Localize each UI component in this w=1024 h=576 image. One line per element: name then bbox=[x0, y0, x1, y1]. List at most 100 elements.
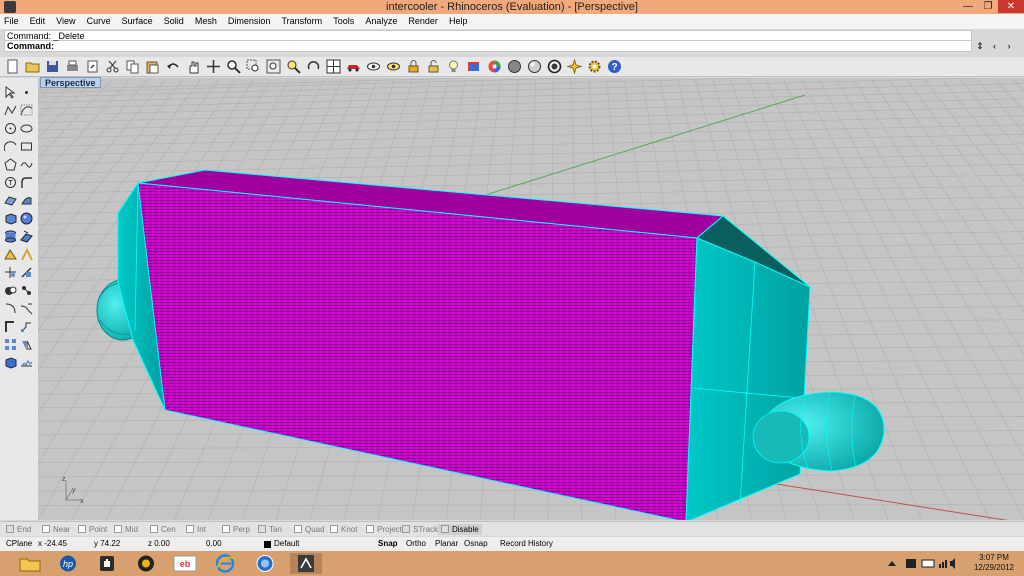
menu-edit[interactable]: Edit bbox=[26, 14, 50, 29]
taskbar-clock[interactable]: 3:07 PM 12/29/2012 bbox=[966, 553, 1022, 573]
cylinder-icon[interactable] bbox=[4, 230, 17, 243]
zoom-extents-icon[interactable] bbox=[266, 59, 281, 74]
maximize-button[interactable]: ❐ bbox=[978, 0, 998, 13]
menu-analyze[interactable]: Analyze bbox=[361, 14, 401, 29]
cut-icon[interactable] bbox=[105, 59, 120, 74]
osnap-end[interactable]: End bbox=[6, 524, 31, 535]
command-resize-button[interactable]: ⇕ bbox=[974, 40, 986, 52]
tray-battery-icon[interactable] bbox=[921, 559, 935, 568]
ortho-toggle[interactable]: Ortho bbox=[406, 537, 426, 551]
osnap-disable[interactable]: Disable bbox=[438, 524, 482, 535]
rotate-view-icon[interactable] bbox=[306, 59, 321, 74]
osnap-point-checkbox[interactable] bbox=[78, 525, 86, 533]
osnap-tan[interactable]: Tan bbox=[258, 524, 282, 535]
tray-volume-icon[interactable] bbox=[950, 558, 955, 569]
osnap-toggle[interactable]: Osnap bbox=[464, 537, 488, 551]
osnap-disable-checkbox[interactable] bbox=[441, 525, 449, 533]
rectangle-icon[interactable] bbox=[20, 140, 33, 153]
save-icon[interactable] bbox=[45, 59, 60, 74]
menu-mesh[interactable]: Mesh bbox=[191, 14, 221, 29]
menu-view[interactable]: View bbox=[52, 14, 79, 29]
sphere-tool-icon[interactable] bbox=[20, 212, 33, 225]
hp-icon[interactable]: hp bbox=[52, 553, 84, 574]
app-globe-icon[interactable] bbox=[249, 553, 281, 574]
extrude-icon[interactable] bbox=[20, 230, 33, 243]
open-icon[interactable] bbox=[25, 59, 40, 74]
paste-icon[interactable] bbox=[145, 59, 160, 74]
circle-icon[interactable] bbox=[4, 122, 17, 135]
osnap-strack-checkbox[interactable] bbox=[402, 525, 410, 533]
menu-curve[interactable]: Curve bbox=[83, 14, 115, 29]
lock-icon[interactable] bbox=[406, 59, 421, 74]
cplane-label[interactable]: CPlane bbox=[6, 537, 32, 551]
tray-chevron-icon[interactable] bbox=[888, 561, 896, 566]
menu-help[interactable]: Help bbox=[445, 14, 472, 29]
hide-icon[interactable] bbox=[366, 59, 381, 74]
ellipse-icon[interactable] bbox=[20, 122, 33, 135]
loft-icon[interactable] bbox=[20, 194, 33, 207]
layer-swatch[interactable] bbox=[264, 541, 271, 548]
file-explorer-icon[interactable] bbox=[14, 553, 46, 574]
zoom-selected-icon[interactable] bbox=[286, 59, 301, 74]
analyze-icon[interactable] bbox=[20, 356, 33, 369]
solid-tools-icon[interactable] bbox=[4, 356, 17, 369]
blend-icon[interactable] bbox=[20, 302, 33, 315]
render-icon[interactable] bbox=[527, 59, 542, 74]
edit-pts-icon[interactable] bbox=[20, 248, 33, 261]
command-next-button[interactable]: › bbox=[1003, 40, 1015, 52]
trim-icon[interactable] bbox=[4, 266, 17, 279]
osnap-int[interactable]: Int bbox=[186, 524, 206, 535]
osnap-near-checkbox[interactable] bbox=[42, 525, 50, 533]
copy-icon[interactable] bbox=[125, 59, 140, 74]
ebay-icon[interactable]: eb bbox=[169, 553, 201, 574]
box-icon[interactable] bbox=[4, 212, 17, 225]
menu-file[interactable]: File bbox=[0, 14, 23, 29]
osnap-perp-checkbox[interactable] bbox=[222, 525, 230, 533]
command-prev-button[interactable]: ‹ bbox=[989, 40, 1001, 52]
osnap-mid[interactable]: Mid bbox=[114, 524, 138, 535]
minimize-button[interactable]: — bbox=[958, 0, 978, 13]
viewport-tab-perspective[interactable]: Perspective bbox=[40, 77, 101, 88]
freeform-icon[interactable] bbox=[20, 158, 33, 171]
osnap-perp[interactable]: Perp bbox=[222, 524, 250, 535]
polygon-icon[interactable] bbox=[4, 158, 17, 171]
snap-toggle[interactable]: Snap bbox=[378, 537, 398, 551]
point-icon[interactable] bbox=[20, 86, 33, 99]
command-input[interactable]: Command: bbox=[4, 41, 972, 52]
mesh-icon[interactable] bbox=[4, 248, 17, 261]
move-view-icon[interactable] bbox=[206, 59, 221, 74]
car-render-icon[interactable] bbox=[346, 59, 361, 74]
join-icon[interactable] bbox=[20, 284, 33, 297]
menu-tools[interactable]: Tools bbox=[329, 14, 358, 29]
record-history-toggle[interactable]: Record History bbox=[500, 537, 553, 551]
gear-icon[interactable] bbox=[587, 59, 602, 74]
polyline-icon[interactable] bbox=[4, 104, 17, 117]
close-button[interactable]: ✕ bbox=[998, 0, 1024, 13]
show-icon[interactable] bbox=[386, 59, 401, 74]
osnap-cen-checkbox[interactable] bbox=[150, 525, 158, 533]
osnap-cen[interactable]: Cen bbox=[150, 524, 176, 535]
tray-flag-icon[interactable] bbox=[906, 559, 916, 568]
media-player-icon[interactable] bbox=[130, 553, 162, 574]
viewports-icon[interactable] bbox=[326, 59, 341, 74]
menu-render[interactable]: Render bbox=[404, 14, 442, 29]
layer-icon[interactable] bbox=[466, 59, 481, 74]
arc-icon[interactable] bbox=[4, 140, 17, 153]
osnap-tan-checkbox[interactable] bbox=[258, 525, 266, 533]
unlock-icon[interactable] bbox=[426, 59, 441, 74]
surface-icon[interactable] bbox=[4, 194, 17, 207]
osnap-point[interactable]: Point bbox=[78, 524, 107, 535]
help-icon[interactable]: ? bbox=[607, 59, 622, 74]
undo-icon[interactable] bbox=[166, 59, 181, 74]
color-wheel-icon[interactable] bbox=[487, 59, 502, 74]
light-bulb-icon[interactable] bbox=[446, 59, 461, 74]
light-icon[interactable] bbox=[566, 59, 582, 74]
rhino-icon[interactable] bbox=[290, 553, 322, 574]
fillet-icon[interactable] bbox=[20, 176, 33, 189]
osnap-strack[interactable]: STrack bbox=[402, 524, 438, 535]
zoom-icon[interactable] bbox=[226, 59, 241, 74]
split-icon[interactable] bbox=[20, 266, 33, 279]
menu-surface[interactable]: Surface bbox=[118, 14, 157, 29]
osnap-end-checkbox[interactable] bbox=[6, 525, 14, 533]
tray-network-icon[interactable] bbox=[939, 560, 947, 568]
